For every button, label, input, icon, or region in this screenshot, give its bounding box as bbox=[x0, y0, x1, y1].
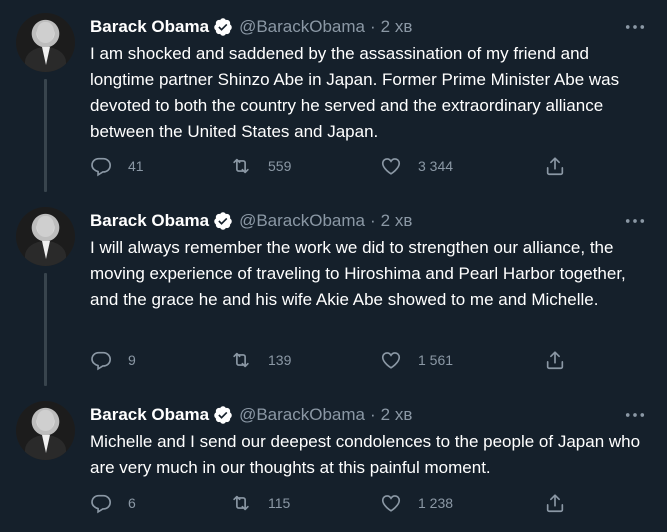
reply-button[interactable]: 41 bbox=[90, 153, 144, 179]
reply-button[interactable]: 9 bbox=[90, 347, 136, 373]
reply-icon bbox=[91, 157, 111, 177]
share-button[interactable] bbox=[544, 490, 566, 516]
retweet-icon bbox=[233, 495, 249, 511]
more-options-icon[interactable] bbox=[624, 212, 646, 230]
thread-connector bbox=[44, 273, 47, 386]
share-button[interactable] bbox=[544, 153, 566, 179]
heart-icon bbox=[381, 495, 401, 512]
separator-dot: · bbox=[370, 211, 376, 230]
tweet-actions: 6 115 1 238 bbox=[90, 490, 570, 516]
share-icon bbox=[546, 351, 564, 370]
tweet-actions: 9 139 1 561 bbox=[90, 347, 570, 373]
like-count: 1 561 bbox=[418, 352, 454, 368]
reply-icon bbox=[91, 494, 111, 514]
author-handle[interactable]: @BarackObama bbox=[239, 405, 365, 425]
retweet-count: 559 bbox=[268, 158, 292, 174]
retweet-icon bbox=[233, 158, 249, 174]
retweet-button[interactable]: 559 bbox=[230, 153, 291, 179]
more-options-icon[interactable] bbox=[624, 18, 646, 36]
avatar[interactable] bbox=[16, 401, 75, 460]
tweet-header: Barack Obama @BarackObama · 2 хв bbox=[90, 404, 412, 426]
verified-badge-icon bbox=[213, 405, 233, 425]
retweet-icon bbox=[233, 352, 249, 368]
verified-badge-icon bbox=[213, 211, 233, 231]
retweet-count: 139 bbox=[268, 352, 292, 368]
reply-count: 41 bbox=[128, 158, 144, 174]
tweet-text: Michelle and I send our deepest condolen… bbox=[90, 432, 641, 477]
like-button[interactable]: 1 561 bbox=[380, 347, 453, 373]
reply-count: 6 bbox=[128, 495, 136, 511]
tweet-text: I will always remember the work we did t… bbox=[90, 238, 626, 309]
retweet-count: 115 bbox=[268, 495, 291, 511]
retweet-button[interactable]: 115 bbox=[230, 490, 290, 516]
timestamp[interactable]: 2 хв bbox=[381, 211, 413, 231]
tweet-header: Barack Obama @BarackObama · 2 хв bbox=[90, 210, 412, 232]
tweet-text: I am shocked and saddened by the assassi… bbox=[90, 44, 620, 141]
author-name[interactable]: Barack Obama bbox=[90, 211, 209, 231]
share-icon bbox=[546, 157, 564, 176]
separator-dot: · bbox=[370, 17, 376, 36]
like-count: 3 344 bbox=[418, 158, 454, 174]
author-name[interactable]: Barack Obama bbox=[90, 405, 209, 425]
like-button[interactable]: 1 238 bbox=[380, 490, 453, 516]
avatar[interactable] bbox=[16, 207, 75, 266]
reply-icon bbox=[91, 351, 111, 371]
heart-icon bbox=[381, 352, 401, 369]
heart-icon bbox=[381, 158, 401, 175]
reply-count: 9 bbox=[128, 352, 136, 368]
separator-dot: · bbox=[370, 405, 376, 424]
author-handle[interactable]: @BarackObama bbox=[239, 211, 365, 231]
share-button[interactable] bbox=[544, 347, 566, 373]
verified-badge-icon bbox=[213, 17, 233, 37]
share-icon bbox=[546, 494, 564, 513]
tweet-header: Barack Obama @BarackObama · 2 хв bbox=[90, 16, 412, 38]
timestamp[interactable]: 2 хв bbox=[381, 17, 413, 37]
reply-button[interactable]: 6 bbox=[90, 490, 136, 516]
author-name[interactable]: Barack Obama bbox=[90, 17, 209, 37]
timestamp[interactable]: 2 хв bbox=[381, 405, 413, 425]
author-handle[interactable]: @BarackObama bbox=[239, 17, 365, 37]
like-button[interactable]: 3 344 bbox=[380, 153, 453, 179]
retweet-button[interactable]: 139 bbox=[230, 347, 291, 373]
avatar[interactable] bbox=[16, 13, 75, 72]
more-options-icon[interactable] bbox=[624, 406, 646, 424]
thread-connector bbox=[44, 79, 47, 192]
tweet-thread: Barack Obama @BarackObama · 2 хв I am sh… bbox=[0, 0, 667, 532]
like-count: 1 238 bbox=[418, 495, 454, 511]
tweet-actions: 41 559 3 344 bbox=[90, 153, 570, 179]
